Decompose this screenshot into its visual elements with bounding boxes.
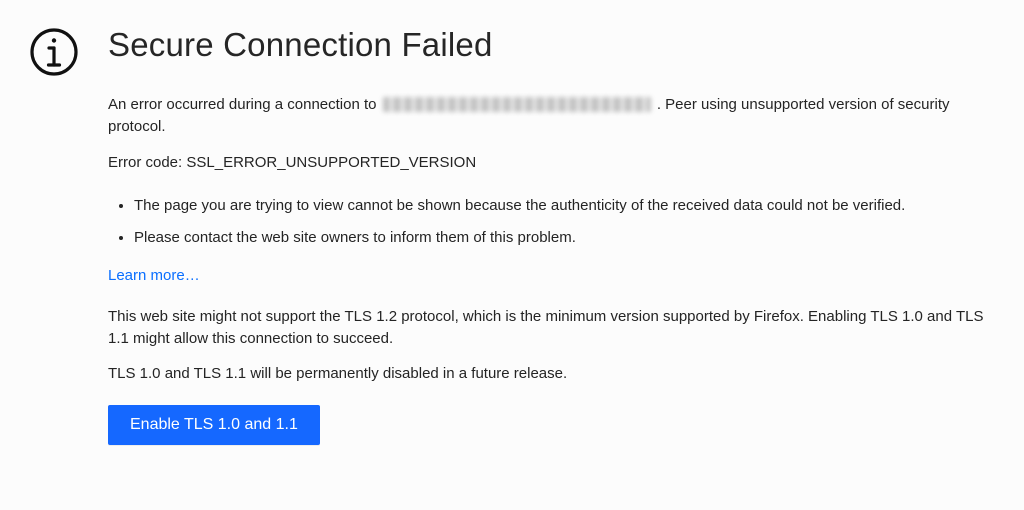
error-page: Secure Connection Failed An error occurr… bbox=[0, 0, 1024, 445]
redacted-hostname bbox=[383, 97, 651, 112]
error-code-line: Error code: SSL_ERROR_UNSUPPORTED_VERSIO… bbox=[108, 152, 996, 174]
error-content: Secure Connection Failed An error occurr… bbox=[108, 22, 996, 445]
error-code-value: SSL_ERROR_UNSUPPORTED_VERSION bbox=[186, 154, 476, 171]
enable-tls-button[interactable]: Enable TLS 1.0 and 1.1 bbox=[108, 405, 320, 445]
tls-note-2: TLS 1.0 and TLS 1.1 will be permanently … bbox=[108, 363, 996, 385]
learn-more-link[interactable]: Learn more… bbox=[108, 267, 200, 284]
error-code-label: Error code: bbox=[108, 154, 186, 171]
tls-note-1: This web site might not support the TLS … bbox=[108, 306, 996, 350]
bullet-authenticity: The page you are trying to view cannot b… bbox=[134, 195, 996, 217]
info-icon bbox=[28, 26, 80, 82]
error-intro: An error occurred during a connection to… bbox=[108, 94, 996, 138]
page-title: Secure Connection Failed bbox=[108, 26, 996, 64]
error-bullets: The page you are trying to view cannot b… bbox=[108, 195, 996, 249]
bullet-contact: Please contact the web site owners to in… bbox=[134, 227, 996, 249]
error-intro-before: An error occurred during a connection to bbox=[108, 96, 381, 113]
